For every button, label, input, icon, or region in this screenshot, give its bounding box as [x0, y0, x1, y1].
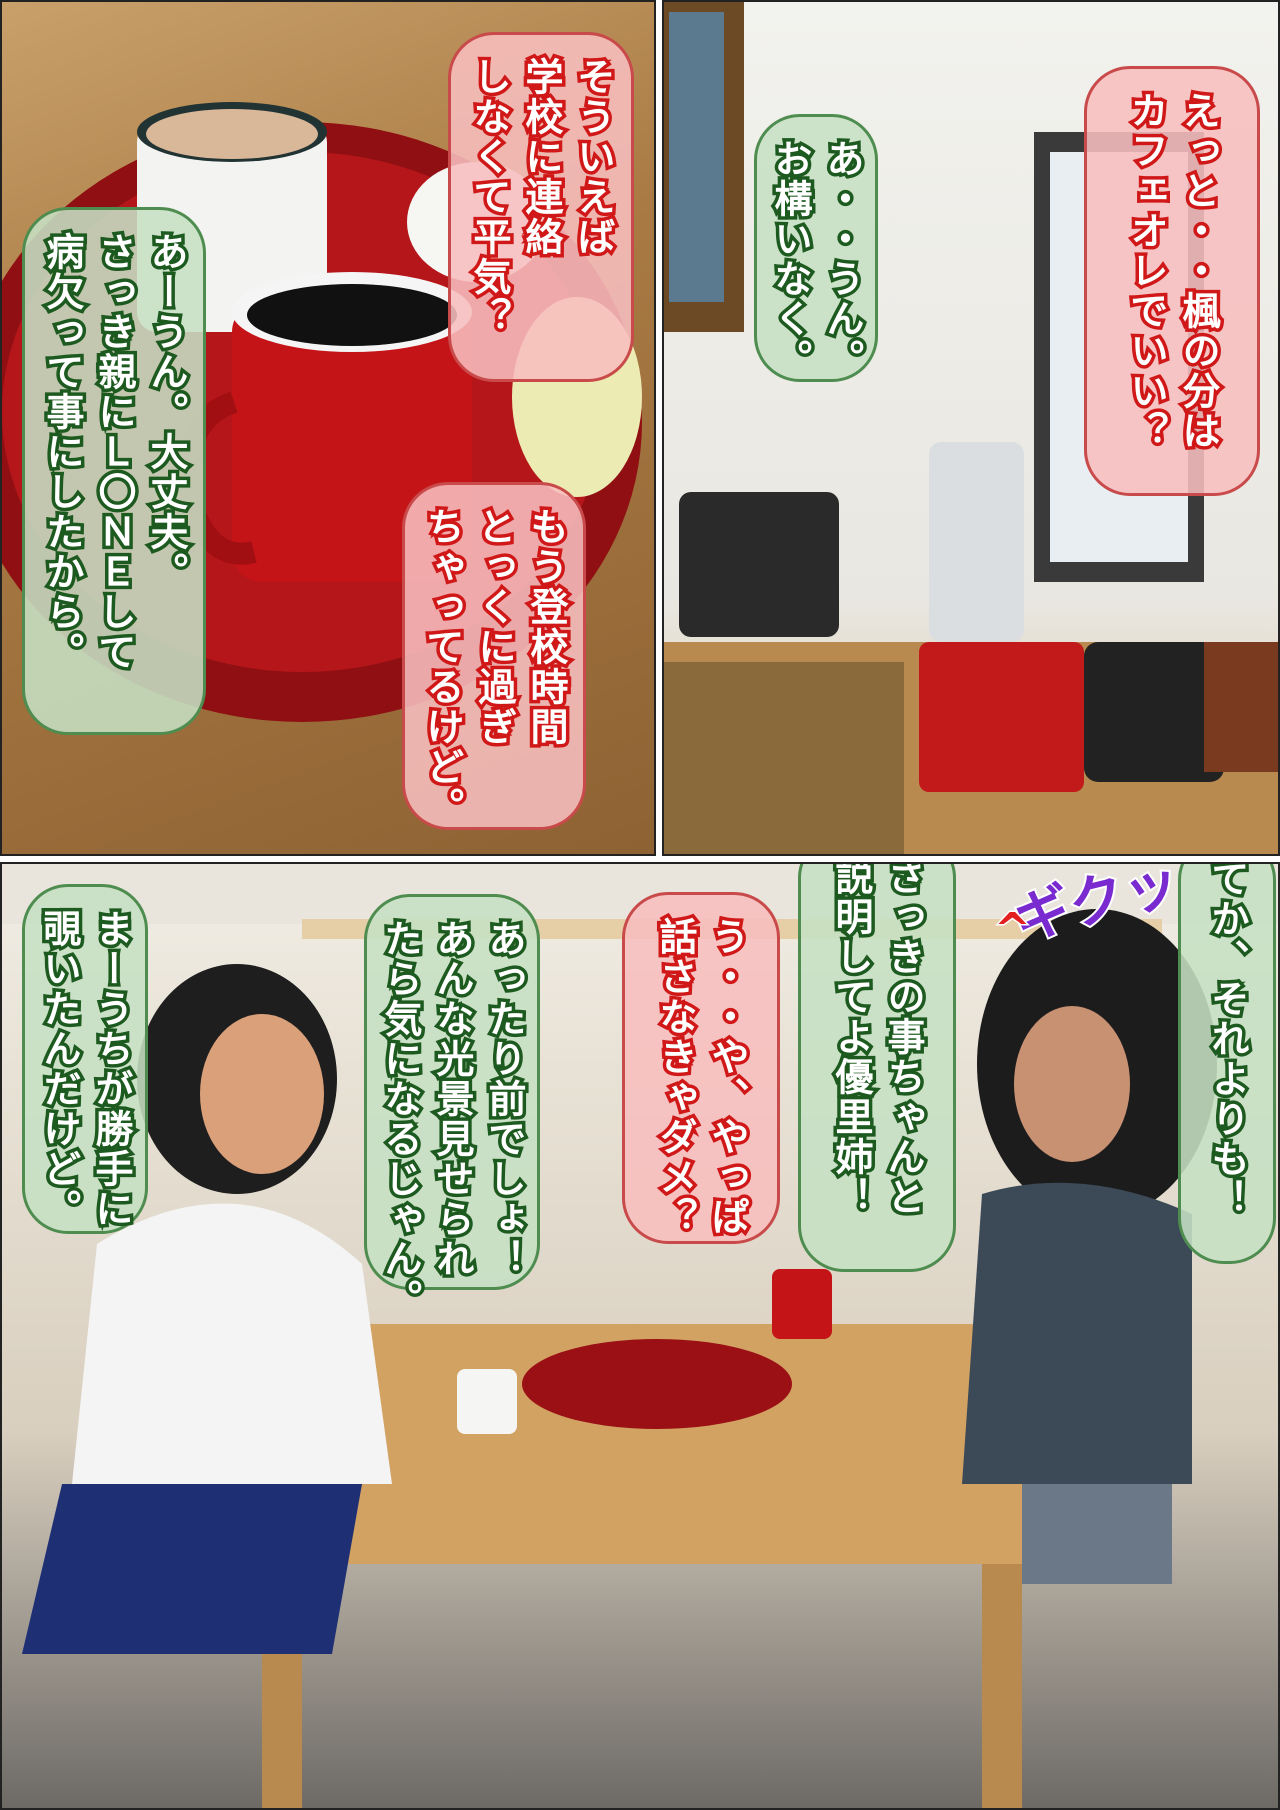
- speech-text: てか、それよりも！: [1202, 862, 1253, 1223]
- panel-coffee-tray: そういえば 学校に連絡 しなくて平気？ あーうん。大丈夫。 さっき親にＬ〇ＮＥし…: [0, 0, 656, 856]
- speech-text: もう登校時間 とっくに過ぎ ちゃってるけど。: [417, 504, 572, 831]
- speech-text: そういえば 学校に連絡 しなくて平気？: [464, 54, 619, 341]
- speech-bubble-peeked: まーうちが勝手に 覗いたんだけど。: [22, 884, 148, 1234]
- speech-bubble-more-importantly: てか、それよりも！: [1178, 862, 1276, 1264]
- speech-text: まーうちが勝手に 覗いたんだけど。: [34, 906, 137, 1233]
- speech-bubble-of-course: あったり前でしょ！ あんな光景見せられ たら気になるじゃん。: [364, 894, 540, 1323]
- speech-bubble-no-worries: あ・・うん。 お構いなく。: [754, 114, 878, 383]
- speech-bubble-sick-leave: あーうん。大丈夫。 さっき親にＬ〇ＮＥして 病欠って事にしたから。: [22, 207, 206, 735]
- surprise-mark-icon: ^: [993, 903, 1033, 957]
- speech-text: あーうん。大丈夫。 さっき親にＬ〇ＮＥして 病欠って事にしたから。: [37, 229, 192, 676]
- speech-bubble-school-contact: そういえば 学校に連絡 しなくて平気？: [448, 32, 634, 382]
- panel-dining-table: ギクッ ^ てか、それよりも！ さっきの事ちゃんと 説明してよ優里姉！ う・・や…: [0, 862, 1280, 1810]
- speech-text: さっきの事ちゃんと 説明してよ優里姉！: [826, 862, 929, 1221]
- speech-bubble-explain: さっきの事ちゃんと 説明してよ優里姉！: [798, 862, 956, 1272]
- speech-bubble-school-time: もう登校時間 とっくに過ぎ ちゃってるけど。: [402, 482, 586, 831]
- speech-text: あ・・うん。 お構いなく。: [765, 136, 868, 383]
- speech-text: えっと・・楓の分は カフェオレでいい？: [1121, 88, 1224, 455]
- panel-kitchen-counter: えっと・・楓の分は カフェオレでいい？ あ・・うん。 お構いなく。: [662, 0, 1280, 856]
- speech-text: う・・や、やっぱ 話さなきゃダメ？: [650, 914, 753, 1241]
- speech-text: あったり前でしょ！ あんな光景見せられ たら気になるじゃん。: [375, 916, 530, 1323]
- speech-bubble-must-talk: う・・や、やっぱ 話さなきゃダメ？: [622, 892, 780, 1244]
- speech-bubble-cafe-au-lait: えっと・・楓の分は カフェオレでいい？: [1084, 66, 1260, 496]
